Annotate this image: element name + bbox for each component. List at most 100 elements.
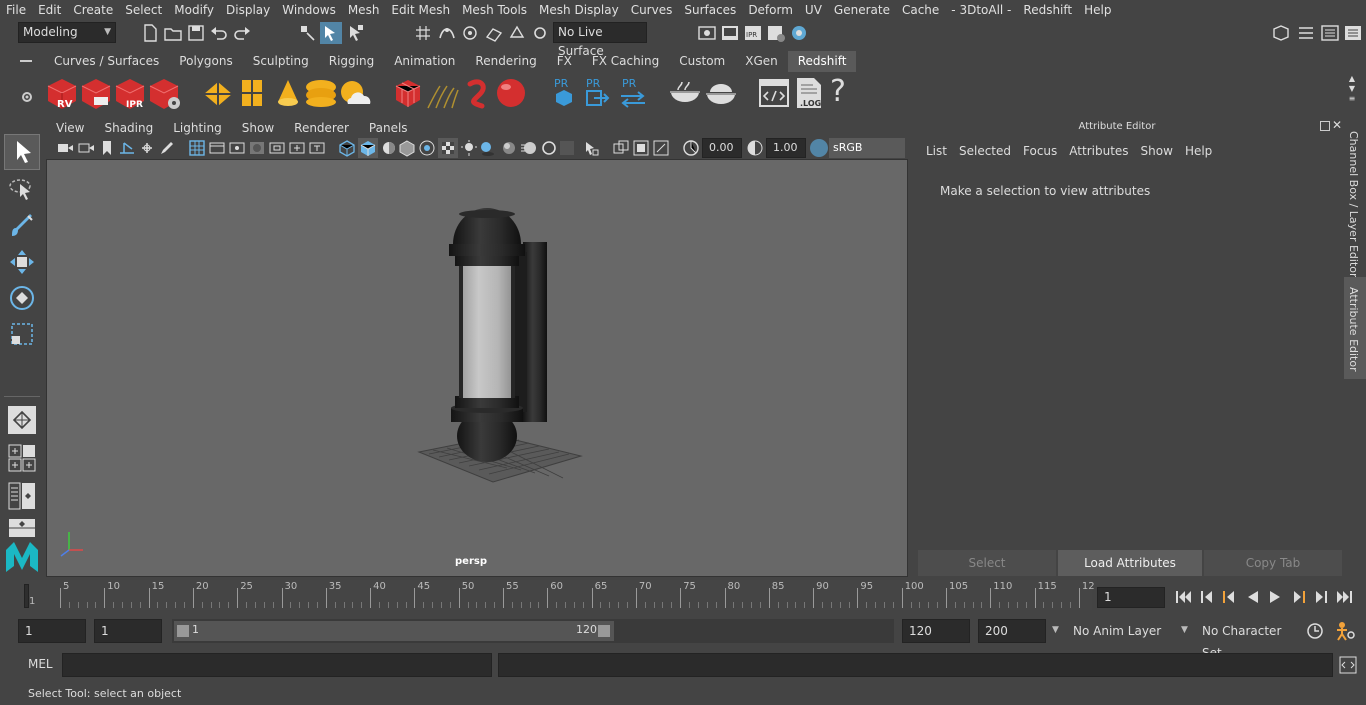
pr-visibility-icon[interactable]: PR: [584, 76, 612, 110]
attribute-editor-tab[interactable]: Attribute Editor: [1347, 287, 1360, 372]
redshift-hair-icon[interactable]: [426, 82, 460, 110]
step-forward-key-icon[interactable]: [1312, 589, 1330, 605]
grid-toggle-icon[interactable]: [188, 139, 206, 157]
script-editor-icon[interactable]: [758, 78, 790, 108]
redshift-dome-light-icon[interactable]: [304, 78, 338, 108]
smooth-shade-button[interactable]: [358, 138, 378, 158]
pr-object-properties-icon[interactable]: PR: [552, 76, 576, 110]
new-scene-icon[interactable]: [140, 23, 160, 43]
wireframe-on-shaded-icon[interactable]: [398, 139, 416, 157]
range-start-grip[interactable]: [177, 625, 189, 637]
redshift-render-settings-icon[interactable]: [148, 77, 182, 111]
play-forwards-icon[interactable]: [1266, 589, 1284, 605]
menu-deform[interactable]: Deform: [742, 3, 799, 17]
anim-layer-chevron-icon[interactable]: ▼: [1052, 625, 1059, 635]
ipr-render-icon[interactable]: IPR: [743, 23, 763, 43]
menu-display[interactable]: Display: [220, 3, 276, 17]
perspective-viewport[interactable]: persp: [46, 159, 908, 577]
render-setup-icon[interactable]: [766, 23, 786, 43]
playback-end-field[interactable]: 120: [902, 619, 970, 643]
snap-to-surface-icon[interactable]: [530, 23, 550, 43]
menu-edit[interactable]: Edit: [32, 3, 67, 17]
play-backwards-icon[interactable]: [1244, 589, 1262, 605]
panel-menu-show[interactable]: Show: [232, 121, 284, 135]
range-slider-handle[interactable]: 1 120: [174, 621, 614, 641]
open-scene-icon[interactable]: [163, 23, 183, 43]
copy-tab-button[interactable]: Copy Tab: [1204, 550, 1342, 576]
textures-toggle-button[interactable]: [438, 138, 458, 158]
load-attributes-button[interactable]: Load Attributes: [1058, 550, 1202, 576]
four-view-layout-icon[interactable]: [8, 444, 36, 472]
render-log-icon[interactable]: .LOG: [794, 76, 824, 110]
menu-mesh[interactable]: Mesh: [342, 3, 386, 17]
panel-menu-panels[interactable]: Panels: [359, 121, 418, 135]
panel-menu-view[interactable]: View: [46, 121, 94, 135]
graph-layout-icon[interactable]: [8, 518, 36, 538]
render-current-frame-icon[interactable]: [720, 23, 740, 43]
lasso-tool-icon[interactable]: [6, 174, 38, 206]
character-set-dropdown[interactable]: No Character Set: [1195, 619, 1299, 660]
current-time-indicator[interactable]: [24, 584, 29, 608]
anti-aliasing-icon[interactable]: [540, 139, 558, 157]
range-end-grip[interactable]: [598, 625, 610, 637]
2d-pan-zoom-icon[interactable]: [138, 139, 156, 157]
script-language-label[interactable]: MEL: [28, 657, 53, 671]
help-icon[interactable]: ?: [830, 74, 846, 110]
exposure-field[interactable]: 0.00: [702, 138, 742, 158]
shelf-tab-rigging[interactable]: Rigging: [319, 51, 384, 72]
use-all-lights-icon[interactable]: [460, 139, 478, 157]
float-panel-icon[interactable]: [1320, 121, 1330, 131]
depth-of-field-icon[interactable]: [558, 139, 576, 157]
menu-surfaces[interactable]: Surfaces: [678, 3, 742, 17]
menu-windows[interactable]: Windows: [276, 3, 342, 17]
redshift-spot-light-icon[interactable]: [274, 78, 302, 108]
menu-create[interactable]: Create: [67, 3, 119, 17]
xray-components-icon[interactable]: [652, 139, 670, 157]
resolution-gate-icon[interactable]: [228, 139, 246, 157]
shelf-tab-redshift[interactable]: Redshift: [787, 51, 857, 72]
safe-action-icon[interactable]: [288, 139, 306, 157]
snap-point-icon[interactable]: [460, 23, 480, 43]
time-slider[interactable]: 1 5 10 15 20 25 30 35 40 45 50 55 60 65 70 75 80 85 90 95 10…: [20, 580, 1095, 610]
redshift-proxy-icon[interactable]: [202, 80, 234, 108]
modeling-toolkit-icon[interactable]: [1271, 23, 1291, 43]
shelf-tab-fx[interactable]: FX: [547, 51, 582, 72]
auto-key-icon[interactable]: [1306, 622, 1324, 640]
move-tool-icon[interactable]: [6, 246, 38, 278]
render-settings-icon[interactable]: [697, 23, 717, 43]
menu-modify[interactable]: Modify: [168, 3, 220, 17]
panel-menu-lighting[interactable]: Lighting: [163, 121, 232, 135]
textured-icon[interactable]: [418, 139, 436, 157]
menu-select[interactable]: Select: [119, 3, 168, 17]
screen-space-ao-icon[interactable]: [500, 139, 518, 157]
close-icon[interactable]: ✕: [1332, 118, 1342, 132]
xray-icon[interactable]: [612, 139, 630, 157]
animation-end-field[interactable]: 200: [978, 619, 1046, 643]
shadows-icon[interactable]: [478, 139, 496, 157]
paint-select-tool-icon[interactable]: [6, 210, 38, 242]
current-frame-field[interactable]: 1: [1097, 587, 1165, 608]
menu-3dtoall[interactable]: - 3DtoAll -: [945, 3, 1017, 17]
safe-title-icon[interactable]: [308, 139, 326, 157]
grease-pencil-icon[interactable]: [158, 139, 176, 157]
select-component-icon[interactable]: [346, 23, 366, 43]
snap-view-plane-icon[interactable]: [484, 23, 504, 43]
default-material-icon[interactable]: [380, 139, 398, 157]
select-hierarchy-icon[interactable]: [298, 23, 318, 43]
shelf-tab-sculpting[interactable]: Sculpting: [243, 51, 319, 72]
scale-tool-icon[interactable]: [6, 318, 38, 350]
character-set-chevron-icon[interactable]: ▼: [1181, 625, 1188, 635]
menu-generate[interactable]: Generate: [828, 3, 896, 17]
menu-curves[interactable]: Curves: [625, 3, 679, 17]
snap-curve-icon[interactable]: [437, 23, 457, 43]
save-scene-icon[interactable]: [186, 23, 206, 43]
playback-start-field[interactable]: 1: [94, 619, 162, 643]
shelf-tab-curves-surfaces[interactable]: Curves / Surfaces: [44, 51, 169, 72]
undo-icon[interactable]: [209, 23, 229, 43]
shelf-tab-custom[interactable]: Custom: [669, 51, 735, 72]
exposure-icon[interactable]: [682, 139, 700, 157]
panel-menu-shading[interactable]: Shading: [94, 121, 163, 135]
motion-blur-icon[interactable]: [520, 139, 538, 157]
bookmark-icon[interactable]: [98, 139, 116, 157]
ae-menu-list[interactable]: List: [922, 144, 955, 158]
